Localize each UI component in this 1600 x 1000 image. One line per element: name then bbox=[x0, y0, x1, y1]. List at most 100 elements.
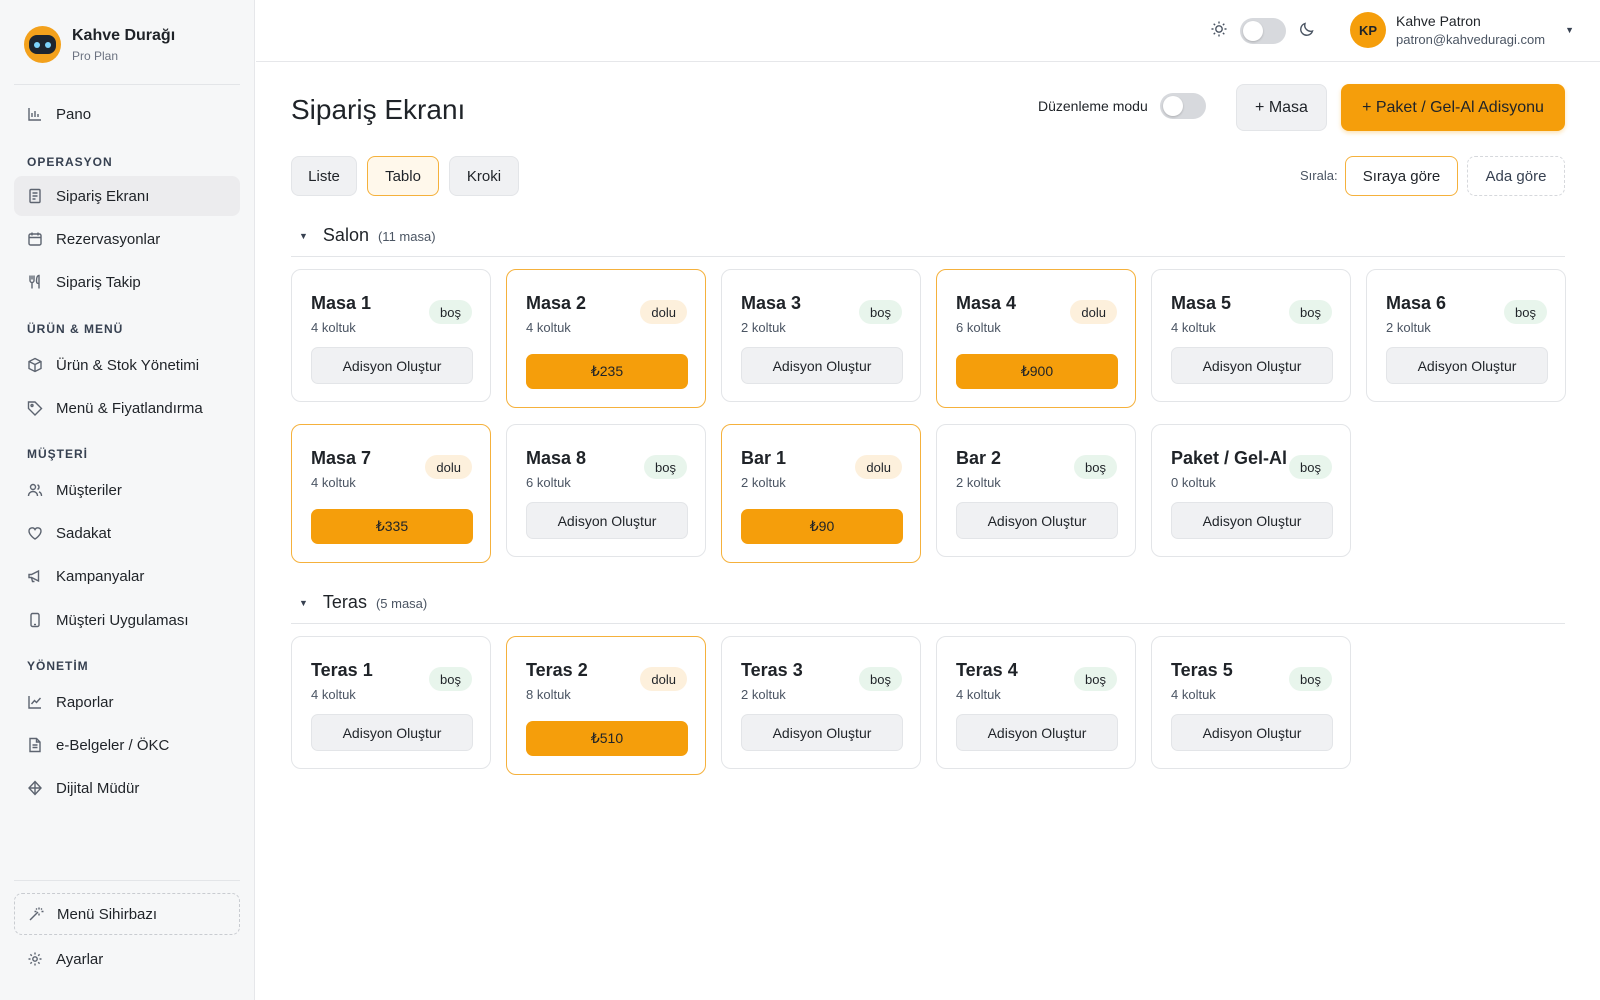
sidebar-item-label: Sipariş Takip bbox=[56, 273, 141, 291]
sidebar-item-dijital-mudur[interactable]: Dijital Müdür bbox=[14, 768, 240, 808]
sidebar-item-menu-fiyat[interactable]: Menü & Fiyatlandırma bbox=[14, 388, 240, 428]
table-card[interactable]: Masa 1 4 koltuk boş Adisyon Oluştur bbox=[291, 269, 491, 402]
section-divider bbox=[291, 256, 1565, 257]
sidebar-item-label: Dijital Müdür bbox=[56, 779, 140, 797]
create-order-button[interactable]: Adisyon Oluştur bbox=[956, 502, 1118, 539]
sidebar-item-label: Müşteri Uygulaması bbox=[56, 611, 189, 629]
top-bar: KP Kahve Patron patron@kahveduragi.com ▼ bbox=[256, 0, 1600, 62]
table-card[interactable]: Teras 4 4 koltuk boş Adisyon Oluştur bbox=[936, 636, 1136, 769]
bar-chart-icon bbox=[27, 106, 43, 122]
sidebar-item-pano[interactable]: Pano bbox=[14, 94, 240, 134]
create-order-button[interactable]: Adisyon Oluştur bbox=[741, 347, 903, 384]
section-label-musteri: MÜŞTERİ bbox=[27, 447, 88, 461]
gear-icon bbox=[27, 951, 43, 967]
sidebar-item-siparis-ekrani[interactable]: Sipariş Ekranı bbox=[14, 176, 240, 216]
order-amount-button[interactable]: ₺900 bbox=[956, 354, 1118, 389]
table-card[interactable]: Teras 2 8 koltuk dolu ₺510 bbox=[506, 636, 706, 775]
section-header-salon[interactable]: ▼ Salon (11 masa) bbox=[299, 225, 436, 246]
smartphone-icon bbox=[27, 612, 43, 628]
table-card[interactable]: Masa 2 4 koltuk dolu ₺235 bbox=[506, 269, 706, 408]
table-card[interactable]: Teras 1 4 koltuk boş Adisyon Oluştur bbox=[291, 636, 491, 769]
edit-mode-toggle[interactable] bbox=[1159, 93, 1206, 119]
table-seats: 2 koltuk bbox=[1386, 320, 1431, 335]
sidebar-item-label: Rezervasyonlar bbox=[56, 230, 161, 248]
add-package-button[interactable]: + Paket / Gel-Al Adisyonu bbox=[1341, 84, 1565, 131]
table-card[interactable]: Masa 7 4 koltuk dolu ₺335 bbox=[291, 424, 491, 563]
users-icon bbox=[27, 482, 43, 498]
section-label-operasyon: OPERASYON bbox=[27, 155, 113, 169]
table-name: Teras 5 bbox=[1171, 660, 1233, 680]
table-card[interactable]: Masa 3 2 koltuk boş Adisyon Oluştur bbox=[721, 269, 921, 402]
calendar-icon bbox=[27, 231, 43, 247]
user-menu[interactable]: KP Kahve Patron patron@kahveduragi.com ▼ bbox=[1350, 12, 1574, 48]
theme-switcher bbox=[1210, 18, 1316, 44]
sidebar-item-menu-sihirbazi[interactable]: Menü Sihirbazı bbox=[14, 893, 240, 935]
order-amount-button[interactable]: ₺510 bbox=[526, 721, 688, 756]
sort-by-order-button[interactable]: Sıraya göre bbox=[1345, 156, 1458, 196]
table-name: Bar 2 bbox=[956, 448, 1002, 468]
table-name: Teras 4 bbox=[956, 660, 1018, 680]
tab-tablo[interactable]: Tablo bbox=[367, 156, 439, 196]
table-card[interactable]: Masa 4 6 koltuk dolu ₺900 bbox=[936, 269, 1136, 408]
create-order-button[interactable]: Adisyon Oluştur bbox=[956, 714, 1118, 751]
user-email: patron@kahveduragi.com bbox=[1396, 32, 1546, 47]
sidebar-item-rezervasyonlar[interactable]: Rezervasyonlar bbox=[14, 219, 240, 259]
add-table-button[interactable]: + Masa bbox=[1236, 84, 1327, 131]
sidebar-item-label: Ürün & Stok Yönetimi bbox=[56, 356, 200, 374]
logo bbox=[24, 26, 61, 63]
section-header-teras[interactable]: ▼ Teras (5 masa) bbox=[299, 592, 427, 613]
box-icon bbox=[27, 357, 43, 373]
create-order-button[interactable]: Adisyon Oluştur bbox=[1386, 347, 1548, 384]
table-seats: 4 koltuk bbox=[311, 687, 356, 702]
create-order-button[interactable]: Adisyon Oluştur bbox=[741, 714, 903, 751]
collapse-triangle-icon: ▼ bbox=[299, 598, 308, 608]
create-order-button[interactable]: Adisyon Oluştur bbox=[311, 714, 473, 751]
sidebar-item-label: Pano bbox=[56, 105, 92, 123]
table-card[interactable]: Paket / Gel-Al 0 koltuk boş Adisyon Oluştur bbox=[1151, 424, 1351, 557]
section-count: (11 masa) bbox=[377, 229, 436, 244]
create-order-button[interactable]: Adisyon Oluştur bbox=[1171, 502, 1333, 539]
table-card[interactable]: Teras 5 4 koltuk boş Adisyon Oluştur bbox=[1151, 636, 1351, 769]
table-card[interactable]: Masa 8 6 koltuk boş Adisyon Oluştur bbox=[506, 424, 706, 557]
status-badge: boş bbox=[429, 667, 472, 691]
table-card[interactable]: Masa 6 2 koltuk boş Adisyon Oluştur bbox=[1366, 269, 1566, 402]
sidebar-item-musteri-uygulamasi[interactable]: Müşteri Uygulaması bbox=[14, 600, 240, 640]
table-name: Masa 5 bbox=[1171, 293, 1232, 313]
create-order-button[interactable]: Adisyon Oluştur bbox=[311, 347, 473, 384]
sort-by-name-button[interactable]: Ada göre bbox=[1467, 156, 1565, 196]
sidebar-item-ayarlar[interactable]: Ayarlar bbox=[14, 939, 240, 979]
order-amount-button[interactable]: ₺235 bbox=[526, 354, 688, 389]
table-card[interactable]: Teras 3 2 koltuk boş Adisyon Oluştur bbox=[721, 636, 921, 769]
create-order-button[interactable]: Adisyon Oluştur bbox=[1171, 347, 1333, 384]
create-order-button[interactable]: Adisyon Oluştur bbox=[526, 502, 688, 539]
sidebar-item-urun-stok[interactable]: Ürün & Stok Yönetimi bbox=[14, 345, 240, 385]
create-order-button[interactable]: Adisyon Oluştur bbox=[1171, 714, 1333, 751]
section-label-yonetim: YÖNETİM bbox=[27, 659, 89, 673]
sort-label: Sırala: bbox=[1300, 168, 1338, 183]
status-badge: boş bbox=[1504, 300, 1547, 324]
status-badge: boş bbox=[859, 667, 902, 691]
table-seats: 4 koltuk bbox=[956, 687, 1001, 702]
sidebar-item-ebelgeler[interactable]: e-Belgeler / ÖKC bbox=[14, 725, 240, 765]
brand[interactable]: Kahve Durağı Pro Plan bbox=[24, 26, 175, 63]
order-amount-button[interactable]: ₺90 bbox=[741, 509, 903, 544]
sidebar-item-label: Ayarlar bbox=[56, 950, 104, 968]
status-badge: boş bbox=[644, 455, 687, 479]
status-badge: dolu bbox=[640, 300, 687, 324]
table-card[interactable]: Masa 5 4 koltuk boş Adisyon Oluştur bbox=[1151, 269, 1351, 402]
theme-toggle[interactable] bbox=[1240, 18, 1286, 44]
sidebar-item-musteriler[interactable]: Müşteriler bbox=[14, 470, 240, 510]
megaphone-icon bbox=[27, 568, 43, 584]
sidebar-item-sadakat[interactable]: Sadakat bbox=[14, 513, 240, 553]
sidebar-item-raporlar[interactable]: Raporlar bbox=[14, 682, 240, 722]
table-card[interactable]: Bar 2 2 koltuk boş Adisyon Oluştur bbox=[936, 424, 1136, 557]
table-card[interactable]: Bar 1 2 koltuk dolu ₺90 bbox=[721, 424, 921, 563]
tab-kroki[interactable]: Kroki bbox=[449, 156, 519, 196]
order-amount-button[interactable]: ₺335 bbox=[311, 509, 473, 544]
sidebar-item-siparis-takip[interactable]: Sipariş Takip bbox=[14, 262, 240, 302]
table-name: Masa 3 bbox=[741, 293, 802, 313]
sidebar-item-kampanyalar[interactable]: Kampanyalar bbox=[14, 556, 240, 596]
sidebar-item-label: Menü Sihirbazı bbox=[57, 905, 158, 923]
status-badge: boş bbox=[1289, 300, 1332, 324]
tab-liste[interactable]: Liste bbox=[291, 156, 357, 196]
